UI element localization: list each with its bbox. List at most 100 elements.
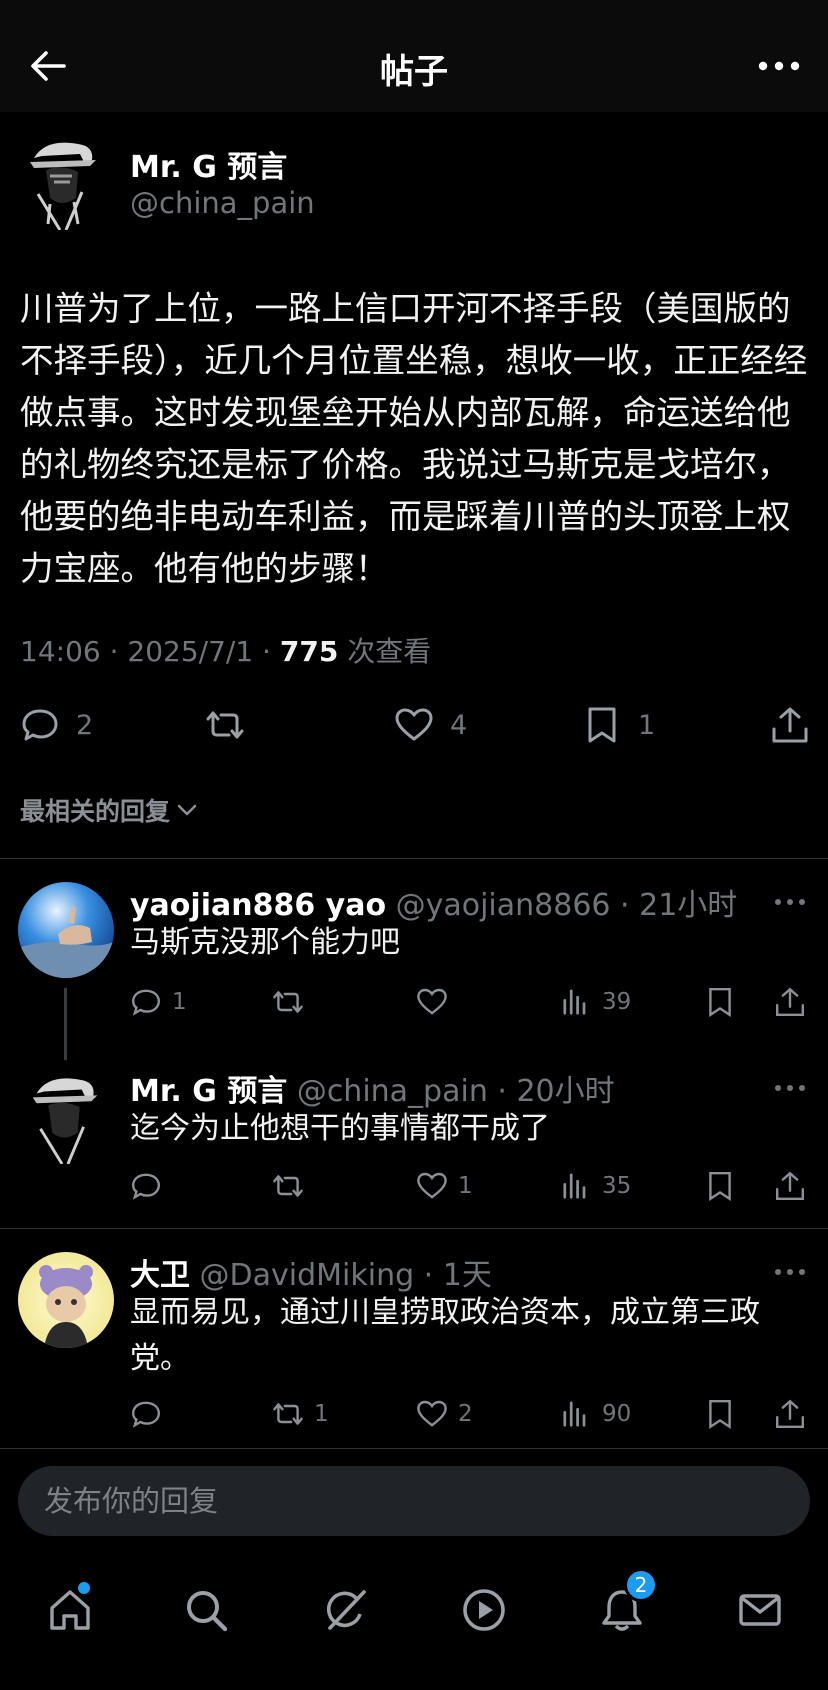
share-icon (776, 1399, 804, 1428)
author-avatar[interactable] (20, 132, 104, 231)
repost-button[interactable] (205, 700, 261, 750)
share-button[interactable] (774, 1394, 806, 1434)
reply-avatar[interactable] (22, 1068, 106, 1164)
repost-count: 1 (314, 1401, 329, 1427)
tab-search[interactable] (176, 1580, 236, 1640)
reply-avatar[interactable] (18, 1252, 114, 1348)
mail-icon (739, 1594, 781, 1626)
bookmark-button[interactable] (704, 1394, 736, 1434)
sort-label: 最相关的回复 (20, 797, 171, 826)
views-icon (563, 1401, 586, 1427)
repost-icon (206, 711, 244, 739)
divider (0, 858, 828, 859)
reply-button[interactable]: 1 (130, 982, 187, 1022)
views-button[interactable]: 39 (560, 982, 631, 1022)
like-button[interactable] (416, 982, 458, 1022)
like-button[interactable]: 2 (416, 1394, 473, 1434)
view-count: 39 (602, 989, 632, 1015)
views-button[interactable]: 90 (560, 1394, 631, 1434)
repost-button[interactable] (272, 982, 314, 1022)
reply-header: yaojian886 yao @yaojian8866 · 21小时 (130, 880, 737, 924)
reply-author-name[interactable]: yaojian886 yao (130, 888, 386, 923)
view-count: 90 (602, 1401, 632, 1427)
more-icon[interactable] (774, 896, 806, 908)
repost-icon (273, 1175, 303, 1197)
repost-icon (273, 1403, 303, 1425)
sort-replies-dropdown[interactable]: 最相关的回复 (20, 792, 200, 828)
video-icon (463, 1589, 505, 1631)
reply-author-name[interactable]: 大卫 (130, 1258, 190, 1293)
post-text: 川普为了上位，一路上信口开河不择手段（美国版的不择手段），近几个月位置坐稳，想收… (20, 289, 808, 588)
avatar-image (20, 132, 104, 231)
bookmark-icon (709, 1172, 731, 1202)
reply-count: 2 (76, 709, 94, 741)
reply-icon (131, 1401, 161, 1428)
unread-dot (78, 1582, 90, 1594)
grok-icon (326, 1590, 366, 1630)
bookmark-button[interactable]: 1 (582, 700, 655, 750)
view-count: 775 (279, 635, 339, 668)
like-icon (417, 1172, 447, 1199)
reply-input[interactable] (44, 1466, 784, 1536)
reply-text: 迄今为止他想干的事情都干成了 (130, 1111, 550, 1146)
repost-button[interactable]: 1 (272, 1394, 329, 1434)
reply-button[interactable]: 2 (20, 700, 93, 750)
bookmark-icon (709, 1400, 731, 1430)
share-button[interactable] (774, 982, 806, 1022)
reply-avatar[interactable] (18, 882, 114, 978)
reply-author-handle[interactable]: @china_pain · 20小时 (287, 1074, 615, 1109)
more-icon[interactable] (774, 1082, 806, 1094)
bookmark-icon (709, 988, 731, 1018)
reply-author-handle[interactable]: @yaojian8866 · 21小时 (386, 888, 738, 923)
post-meta: 14:06 · 2025/7/1 · 775 次查看 (20, 630, 431, 670)
repost-button[interactable] (272, 1166, 314, 1206)
tab-home[interactable] (40, 1580, 100, 1640)
like-count: 4 (450, 709, 468, 741)
reply-button[interactable] (130, 1394, 172, 1434)
like-button[interactable]: 4 (394, 700, 467, 750)
chevron-down-icon (177, 804, 197, 816)
reply-header: 大卫 @DavidMiking · 1天 (130, 1250, 492, 1294)
reply-text: 马斯克没那个能力吧 (130, 925, 400, 960)
more-options-button[interactable] (758, 54, 800, 78)
view-count-label: 次查看 (338, 635, 432, 668)
top-bar: 帖子 (0, 0, 828, 112)
reply-author-name[interactable]: Mr. G 预言 (130, 1074, 287, 1109)
share-button[interactable] (770, 700, 810, 750)
like-button[interactable]: 1 (416, 1166, 473, 1206)
reply-icon (131, 1173, 161, 1200)
reply-icon (22, 709, 58, 741)
bookmark-count: 1 (638, 709, 656, 741)
avatar-image (18, 882, 114, 978)
author-handle[interactable]: @china_pain (130, 186, 315, 220)
more-icon (758, 61, 800, 71)
share-button[interactable] (774, 1166, 806, 1206)
reply-author-handle[interactable]: @DavidMiking · 1天 (190, 1258, 492, 1293)
repost-icon (273, 991, 303, 1013)
reply-composer[interactable] (18, 1466, 810, 1536)
share-icon (776, 987, 804, 1016)
avatar-image (18, 1252, 114, 1348)
tab-notifications[interactable]: 2 (592, 1568, 658, 1640)
tab-grok[interactable] (316, 1580, 376, 1640)
divider (0, 1228, 828, 1229)
reply-count: 1 (172, 989, 187, 1015)
tab-messages[interactable] (730, 1580, 790, 1640)
more-icon[interactable] (774, 1266, 806, 1278)
views-icon (563, 989, 586, 1015)
reply-text: 显而易见，通过川皇捞取政治资本，成立第三政党。 (130, 1295, 760, 1376)
bookmark-button[interactable] (704, 982, 736, 1022)
tab-video[interactable] (454, 1580, 514, 1640)
bookmark-button[interactable] (704, 1166, 736, 1206)
like-icon (417, 1400, 447, 1427)
reply-icon (131, 989, 161, 1016)
notification-badge: 2 (624, 1568, 658, 1602)
views-button[interactable]: 35 (560, 1166, 631, 1206)
share-icon (776, 1171, 804, 1200)
author-name[interactable]: Mr. G 预言 (130, 142, 287, 186)
reply-button[interactable] (130, 1166, 172, 1206)
bottom-tab-bar: 2 (0, 1560, 828, 1690)
views-icon (563, 1173, 586, 1199)
reply-header: Mr. G 预言 @china_pain · 20小时 (130, 1066, 615, 1110)
page-title: 帖子 (380, 52, 448, 92)
